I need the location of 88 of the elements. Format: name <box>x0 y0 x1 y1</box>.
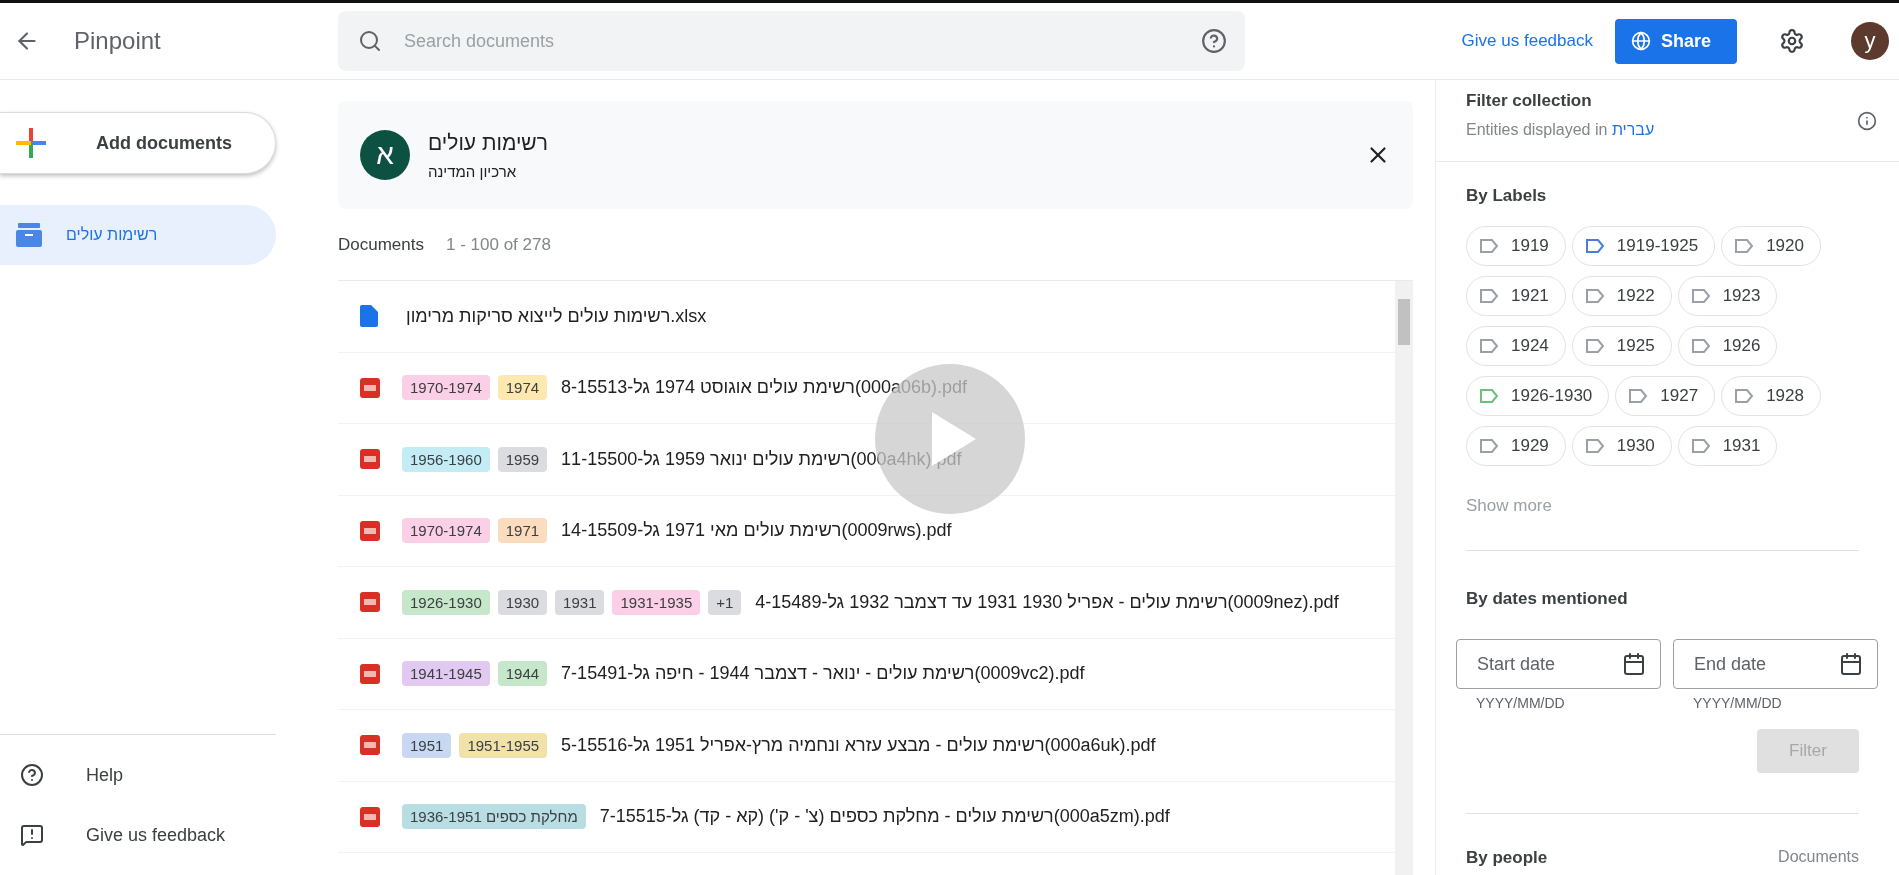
label-tag: 1931-1935 <box>612 589 701 615</box>
label-chip[interactable]: 1924 <box>1466 326 1566 366</box>
label-chip[interactable]: 1919-1925 <box>1571 226 1716 266</box>
plus-icon <box>16 128 46 158</box>
feedback-icon <box>20 823 44 847</box>
calendar-icon[interactable] <box>1839 652 1863 676</box>
info-icon[interactable] <box>1857 111 1877 131</box>
documents-column-label: Documents <box>1778 848 1859 867</box>
feedback-link[interactable]: Give us feedback <box>1461 31 1593 51</box>
pdf-file-icon <box>360 663 380 684</box>
pdf-file-icon <box>360 806 380 827</box>
search-icon <box>358 29 382 53</box>
language-link[interactable]: עברית <box>1611 121 1655 138</box>
document-row[interactable]: רשימות עולים לייצוא סריקות מרימון.xlsx <box>338 281 1395 353</box>
pdf-file-icon <box>360 520 380 541</box>
label-chip[interactable]: 1929 <box>1466 426 1566 466</box>
label-tag: 1941-1945 <box>402 661 490 687</box>
document-icon <box>360 305 378 328</box>
date-input[interactable]: End date <box>1692 652 1832 676</box>
globe-icon <box>1630 31 1651 51</box>
label-tag: 1971 <box>497 518 548 544</box>
calendar-icon[interactable] <box>1622 652 1646 676</box>
label-chip[interactable]: 1921 <box>1466 276 1566 316</box>
documents-heading: Documents <box>338 234 424 255</box>
feedback-item[interactable]: Give us feedback <box>0 805 276 865</box>
document-row[interactable]: 1936-1951 מחלקת כספים רשימת עולים - מחלקת כספים (צ' - ק') (קא - קד) גל-7-15515(000a5zm).pdf <box>338 781 1395 853</box>
label-chip[interactable]: 1928 <box>1721 376 1821 416</box>
label-chip[interactable]: 1926 <box>1677 326 1778 366</box>
label-tag: 1974 <box>497 375 548 401</box>
label-tag: 1970-1974 <box>402 375 490 401</box>
search-field[interactable]: Search documents <box>402 29 1181 53</box>
collection-title: רשימות עולים <box>428 130 548 155</box>
pdf-file-icon <box>360 735 380 756</box>
app-title: Pinpoint <box>74 27 161 55</box>
archive-icon <box>16 223 42 247</box>
help-icon <box>20 763 44 787</box>
document-name: רשימת עולים - מחלקת כספים (צ' - ק') (קא - קד) גל-7-15515(000a5zm).pdf <box>599 806 1170 828</box>
help-icon[interactable] <box>1201 28 1227 54</box>
collection-item[interactable]: רשימות עולים <box>0 205 276 265</box>
label-tag: 1931 <box>555 589 605 615</box>
help-item[interactable]: Help <box>0 745 276 805</box>
pdf-file-icon <box>360 449 380 470</box>
settings-button[interactable] <box>1779 28 1805 54</box>
label-chip[interactable]: 1922 <box>1571 276 1672 316</box>
label-chip[interactable]: 1919 <box>1466 226 1566 266</box>
label-tag: 1926-1930 <box>402 589 490 615</box>
document-name: רשימת עולים מאי 1971 גל-14-15509(0009rws).pdf <box>561 520 952 542</box>
label-tag: 1959 <box>497 446 548 472</box>
document-name: רשימת עולים - מבצע עזרא ונחמיה מרץ-אפריל 1951 גל-5-15516(000a6uk).pdf <box>561 734 1156 756</box>
pdf-file-icon <box>360 377 380 398</box>
share-button[interactable]: Share <box>1614 18 1737 64</box>
label-tag: +1 <box>708 589 742 615</box>
label-tag: 1951 <box>402 732 452 758</box>
label-tag: 1936-1951 מחלקת כספים <box>402 804 586 830</box>
label-chip[interactable]: 1926-1930 <box>1466 376 1610 416</box>
label-chip[interactable]: 1927 <box>1615 376 1716 416</box>
document-name: רשימת עולים אוגוסט 1974 גל-8-15513(000a06b).pdf <box>561 377 968 399</box>
collection-subtitle: ארכיון המדינה <box>428 162 518 180</box>
label-tag: 1951-1955 <box>459 732 548 758</box>
filter-title: Filter collection <box>1466 91 1593 111</box>
label-tag: 1970-1974 <box>402 518 490 544</box>
people-heading: By people <box>1466 848 1548 868</box>
scrollbar[interactable] <box>1395 281 1413 875</box>
user-avatar[interactable]: y <box>1851 22 1889 60</box>
labels-heading: By Labels <box>1466 186 1548 206</box>
add-documents-button[interactable]: Add documents <box>0 112 276 174</box>
label-chip[interactable]: 1930 <box>1571 426 1672 466</box>
collection-avatar: א <box>360 130 410 180</box>
date-input[interactable]: Start date <box>1475 652 1615 676</box>
label-tag: 1956-1960 <box>402 446 490 472</box>
date-format-hint: YYYY/MM/DD <box>1692 695 1783 711</box>
search-bar[interactable]: Search documents <box>338 11 1245 71</box>
label-tag: 1930 <box>497 589 548 615</box>
date-field[interactable]: Start date <box>1456 639 1661 689</box>
pdf-file-icon <box>360 592 380 613</box>
documents-count: 1 - 100 of 278 <box>446 234 551 255</box>
label-chip[interactable]: 1931 <box>1677 426 1778 466</box>
label-chip[interactable]: 1920 <box>1721 226 1821 266</box>
document-name: רשימות עולים לייצוא סריקות מרימון.xlsx <box>406 305 707 327</box>
document-name: רשימת עולים ינואר 1959 גל-11-15500(000a4hk).pdf <box>561 448 962 470</box>
document-name: רשימת עולים - אפריל 1930 1931 עד דצמבר 1932 גל-4-15489(0009nez).pdf <box>755 591 1339 613</box>
date-format-hint: YYYY/MM/DD <box>1475 695 1566 711</box>
label-chip[interactable]: 1925 <box>1571 326 1672 366</box>
date-field[interactable]: End date <box>1673 639 1878 689</box>
dates-heading: By dates mentioned <box>1466 589 1629 609</box>
label-tag: 1944 <box>497 661 548 687</box>
label-chip[interactable]: 1923 <box>1677 276 1778 316</box>
document-name: רשימת עולים - ינואר - דצמבר 1944 - חיפה גל-7-15491(0009vc2).pdf <box>561 663 1085 685</box>
